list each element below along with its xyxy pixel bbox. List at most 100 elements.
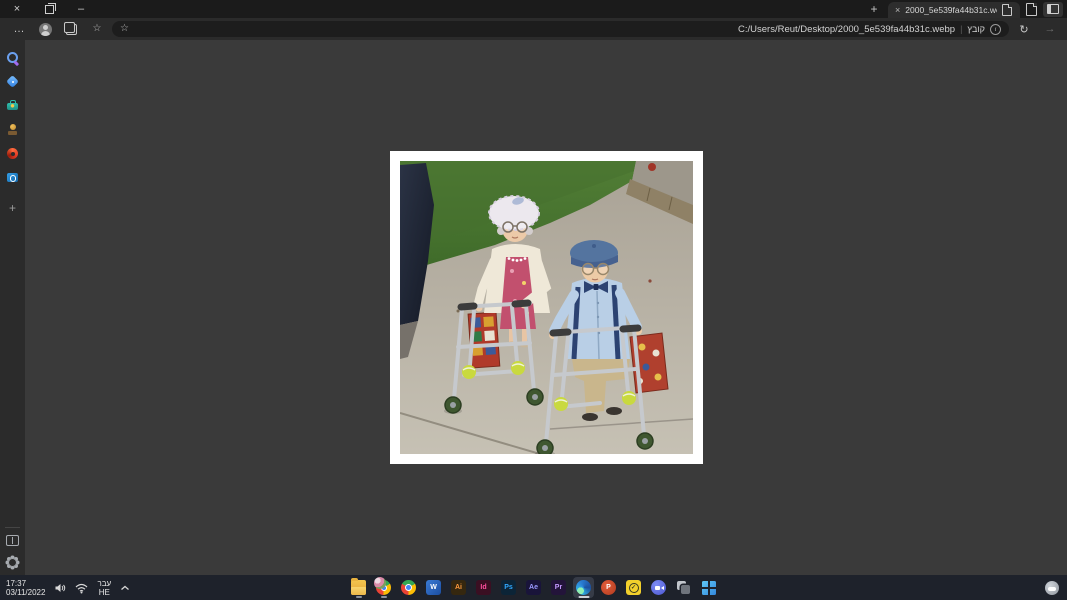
wifi-button[interactable]: [75, 582, 88, 594]
taskbar-chrome-button[interactable]: [398, 577, 419, 598]
show-hidden-icons-button[interactable]: [120, 584, 130, 592]
shopping-icon: [6, 75, 19, 88]
edge-browser-window: × – + × 2000_5e539fa44b31c.webp (564 … ☆…: [0, 0, 1067, 600]
tab-close-icon[interactable]: ×: [895, 5, 900, 15]
new-tab-button[interactable]: +: [866, 1, 882, 17]
favorites-icon: ☆: [92, 23, 102, 34]
file-protocol-chip[interactable]: קובץ: [967, 24, 985, 34]
language-switcher[interactable]: עבר HE: [97, 579, 111, 597]
address-bar[interactable]: ☆ C:/Users/Reut/Desktop/2000_5e539fa44b3…: [112, 21, 1009, 37]
video-app-icon: [651, 580, 666, 595]
add-favorite-icon[interactable]: ☆: [120, 24, 129, 34]
settings-menu-button[interactable]: …: [8, 20, 30, 38]
active-tab[interactable]: × 2000_5e539fa44b31c.webp (564: [888, 2, 1020, 18]
taskbar-powerpoint-button[interactable]: P: [598, 577, 619, 598]
chrome-profile-icon: [374, 577, 391, 595]
system-tray: 17:37 03/11/2022 עבר HE: [6, 575, 130, 600]
games-icon: [6, 123, 19, 136]
chevron-up-icon: [121, 585, 130, 590]
taskbar-edge-button[interactable]: [573, 577, 594, 598]
edge-sidebar: +: [0, 40, 25, 575]
chrome-icon: [401, 580, 416, 595]
volume-icon: [55, 583, 66, 592]
photoshop-icon: Ps: [501, 580, 516, 595]
microsoft-365-icon: [6, 147, 19, 160]
file-explorer-icon: [351, 578, 366, 595]
window-controls: × –: [0, 1, 90, 17]
taskbar-indesign-button[interactable]: Id: [473, 577, 494, 598]
after-effects-icon: Ae: [526, 580, 541, 595]
weather-widget-icon: [1045, 580, 1059, 595]
collections-icon: [63, 21, 77, 35]
sidebar-item-tools[interactable]: [3, 96, 22, 115]
taskbar-illustrator-button[interactable]: Ai: [448, 577, 469, 598]
taskbar-start-button[interactable]: [698, 577, 719, 598]
powerpoint-icon: P: [601, 580, 616, 595]
browser-toolbar: … ☆ ☆ C:/Users/Reut/Desktop/2000_5e539fa…: [0, 18, 1067, 40]
document-icon: [1026, 2, 1037, 16]
running-indicator: [380, 595, 387, 598]
volume-button[interactable]: [54, 582, 66, 594]
taskbar-tasks-app-button[interactable]: ✓: [623, 577, 644, 598]
sidebar-item-shopping[interactable]: [3, 72, 22, 91]
sidebar-items: [3, 48, 22, 192]
taskbar-photoshop-button[interactable]: Ps: [498, 577, 519, 598]
sidebar-bottom: [0, 527, 25, 575]
taskbar-chrome-profile-button[interactable]: [373, 577, 394, 598]
site-info-icon[interactable]: i: [990, 23, 1001, 35]
close-window-button[interactable]: ×: [8, 1, 26, 17]
wifi-icon: [76, 583, 88, 593]
tab-title: 2000_5e539fa44b31c.webp (564: [905, 5, 997, 15]
running-indicator: [578, 595, 589, 598]
minimize-window-button[interactable]: –: [72, 1, 90, 17]
sidebar-item-microsoft-365[interactable]: [3, 144, 22, 163]
clock-date: 03/11/2022: [6, 587, 46, 597]
taskbar-after-effects-button[interactable]: Ae: [523, 577, 544, 598]
language-code: HE: [98, 587, 110, 597]
tasks-app-icon: ✓: [626, 580, 641, 595]
taskbar-file-explorer-button[interactable]: [348, 577, 369, 598]
back-button[interactable]: →: [1039, 20, 1061, 38]
titlebar: × – + × 2000_5e539fa44b31c.webp (564: [0, 0, 1067, 18]
tab-actions-menu-button[interactable]: [1043, 1, 1063, 17]
edge-icon: [576, 580, 591, 595]
taskbar-video-app-button[interactable]: [648, 577, 669, 598]
taskbar-clock[interactable]: 17:37 03/11/2022: [6, 579, 45, 597]
outlook-icon: [6, 171, 19, 184]
sidebar-item-search[interactable]: [3, 48, 22, 67]
task-view-icon: [676, 580, 691, 595]
refresh-button[interactable]: ↻: [1013, 20, 1035, 38]
image-frame[interactable]: [389, 151, 703, 464]
collections-button[interactable]: [60, 20, 82, 38]
windows-taskbar: 17:37 03/11/2022 עבר HE W Ai Id Ps Ae Pr…: [0, 575, 1067, 600]
search-icon: [6, 51, 19, 64]
url-text: C:/Users/Reut/Desktop/2000_5e539fa44b31c…: [738, 23, 956, 35]
photo-illustration: [399, 161, 693, 454]
indesign-icon: Id: [476, 580, 491, 595]
sidebar-divider: [5, 527, 20, 528]
tools-icon: [6, 99, 19, 112]
page-content: [25, 40, 1067, 575]
restore-window-button[interactable]: [40, 1, 58, 17]
taskbar-premiere-button[interactable]: Pr: [548, 577, 569, 598]
taskbar-task-view-button[interactable]: [673, 577, 694, 598]
sidebar-item-outlook[interactable]: [3, 168, 22, 187]
profile-button[interactable]: [34, 20, 56, 38]
sidebar-add-button[interactable]: +: [3, 198, 22, 217]
chip-divider: |: [960, 24, 963, 34]
word-icon: W: [426, 580, 441, 595]
language-name: עבר: [97, 578, 112, 588]
tab-strip: + × 2000_5e539fa44b31c.webp (564: [866, 0, 1067, 18]
sidebar-settings-button[interactable]: [8, 558, 17, 567]
sidebar-panel-toggle-button[interactable]: [6, 535, 19, 546]
favorites-button[interactable]: ☆: [86, 20, 108, 38]
clock-time: 17:37: [6, 578, 27, 588]
avatar: [38, 22, 52, 36]
sidebar-item-games[interactable]: [3, 120, 22, 139]
file-favicon-icon: [1002, 4, 1013, 16]
illustrator-icon: Ai: [451, 580, 466, 595]
vertical-tabs-icon: [1047, 4, 1059, 14]
start-icon: [701, 580, 716, 595]
taskbar-word-button[interactable]: W: [423, 577, 444, 598]
widgets-button[interactable]: [1045, 575, 1059, 600]
